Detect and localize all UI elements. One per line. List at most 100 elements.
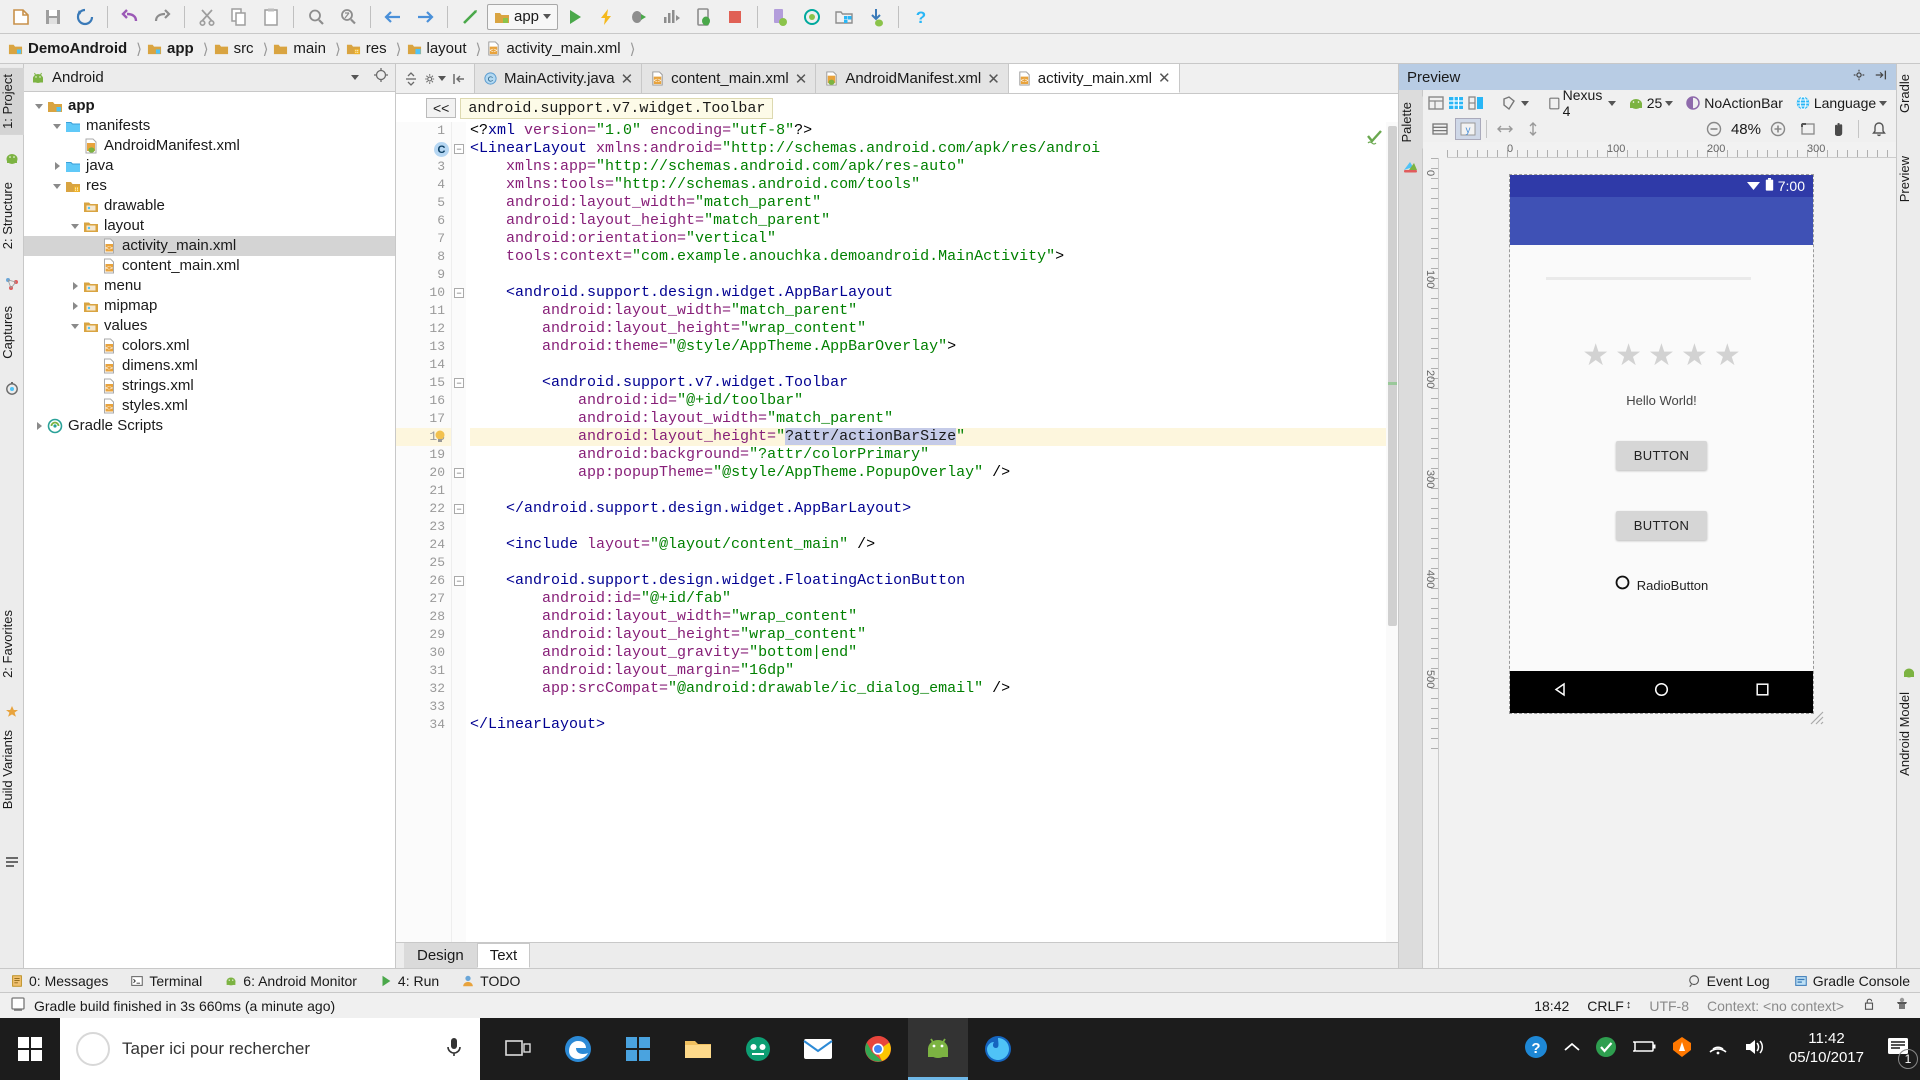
resize-vertical-icon[interactable] <box>1520 118 1546 140</box>
fold-slot[interactable] <box>452 698 466 716</box>
editor-scrollbar[interactable] <box>1386 122 1398 942</box>
hector-inspector-icon[interactable] <box>1894 996 1910 1015</box>
tree-item-java[interactable]: java <box>24 156 395 176</box>
sync-icon[interactable] <box>70 3 100 31</box>
class-marker-icon[interactable]: C <box>434 142 449 157</box>
breadcrumb-item-project[interactable]: DemoAndroid <box>8 40 131 57</box>
palette-tab[interactable]: Palette <box>1399 96 1423 149</box>
code-line[interactable]: <android.support.v7.widget.Toolbar <box>470 374 1398 392</box>
recents-square-icon[interactable] <box>1754 681 1771 703</box>
inspection-ok-icon[interactable] <box>1366 128 1384 151</box>
fold-toggle-icon[interactable]: − <box>454 288 464 298</box>
new-file-icon[interactable] <box>6 3 36 31</box>
fold-slot[interactable] <box>452 410 466 428</box>
fold-toggle-icon[interactable]: − <box>454 504 464 514</box>
zoom-in-icon[interactable] <box>1765 118 1791 140</box>
fold-slot[interactable] <box>452 392 466 410</box>
project-structure-icon[interactable] <box>829 3 859 31</box>
code-content[interactable]: <?xml version="1.0" encoding="utf-8"?> <L… <box>466 122 1398 942</box>
close-icon[interactable]: ✕ <box>1158 69 1171 87</box>
locate-file-icon[interactable] <box>373 67 389 88</box>
tree-expand-arrow[interactable] <box>68 321 82 331</box>
rating-star-icon[interactable]: ★ <box>1714 341 1741 371</box>
expand-collapse-icon[interactable] <box>400 67 422 91</box>
code-line[interactable]: android:layout_margin="16dp" <box>470 662 1398 680</box>
forward-icon[interactable] <box>410 3 440 31</box>
code-line[interactable]: app:popupTheme="@style/AppTheme.PopupOve… <box>470 464 1398 482</box>
rating-bar[interactable]: ★ ★ ★ ★ ★ <box>1510 341 1813 371</box>
find-icon[interactable] <box>301 3 331 31</box>
code-line[interactable]: android:layout_width="match_parent" <box>470 194 1398 212</box>
tool-window-terminal[interactable]: Terminal <box>130 973 202 989</box>
tree-expand-arrow[interactable] <box>32 101 46 111</box>
sidebar-tab-build-variants[interactable]: Build Variants <box>0 724 24 815</box>
volume-icon[interactable] <box>1743 1037 1767 1062</box>
tool-window-todo[interactable]: TODO <box>461 973 520 989</box>
fold-slot[interactable] <box>452 662 466 680</box>
tree-expand-arrow[interactable] <box>50 181 64 191</box>
rating-star-icon[interactable]: ★ <box>1582 341 1609 371</box>
code-line[interactable]: </LinearLayout> <box>470 716 1398 734</box>
language-selector[interactable]: Language <box>1790 92 1892 114</box>
tree-item-dimens-xml[interactable]: <> dimens.xml <box>24 356 395 376</box>
tree-expand-arrow[interactable] <box>32 421 46 431</box>
code-line[interactable] <box>470 266 1398 284</box>
editor-tab-content-main[interactable]: <> content_main.xml ✕ <box>642 64 817 93</box>
paste-icon[interactable] <box>256 3 286 31</box>
tree-item-layout[interactable]: layout <box>24 216 395 236</box>
breadcrumb-item-res[interactable]: res <box>346 40 391 57</box>
code-line[interactable]: <android.support.design.widget.FloatingA… <box>470 572 1398 590</box>
tool-window-event-log[interactable]: Event Log <box>1688 973 1770 989</box>
code-line[interactable]: android:layout_height="?attr/actionBarSi… <box>470 428 1398 446</box>
cut-icon[interactable] <box>192 3 222 31</box>
tree-item-styles-xml[interactable]: <> styles.xml <box>24 396 395 416</box>
tree-item-gradle-scripts[interactable]: Gradle Scripts <box>24 416 395 436</box>
tool-window-messages[interactable]: 0: Messages <box>10 973 108 989</box>
code-line[interactable]: android:id="@+id/toolbar" <box>470 392 1398 410</box>
tree-item-strings-xml[interactable]: <> strings.xml <box>24 376 395 396</box>
breadcrumb-item-layout[interactable]: layout <box>407 40 471 57</box>
fold-slot[interactable] <box>452 482 466 500</box>
fold-slot[interactable] <box>452 716 466 734</box>
avast-icon[interactable] <box>1671 1036 1693 1063</box>
code-line[interactable] <box>470 518 1398 536</box>
fold-slot[interactable] <box>452 608 466 626</box>
tree-item-res[interactable]: res <box>24 176 395 196</box>
tree-expand-arrow[interactable] <box>68 301 82 311</box>
fold-slot[interactable] <box>452 212 466 230</box>
code-line[interactable]: android:layout_height="wrap_content" <box>470 626 1398 644</box>
code-line[interactable]: <?xml version="1.0" encoding="utf-8"?> <box>470 122 1398 140</box>
wifi-signal-icon[interactable] <box>1707 1038 1729 1061</box>
avd-manager-icon[interactable] <box>765 3 795 31</box>
tree-item-mipmap[interactable]: mipmap <box>24 296 395 316</box>
code-folding-column[interactable]: − − − − − − <box>452 122 466 942</box>
back-triangle-icon[interactable] <box>1552 681 1569 703</box>
undo-icon[interactable] <box>115 3 145 31</box>
code-line[interactable]: android:layout_height="wrap_content" <box>470 320 1398 338</box>
debug-icon[interactable] <box>624 3 654 31</box>
list-view-icon[interactable] <box>1427 118 1453 140</box>
code-line[interactable] <box>470 698 1398 716</box>
gear-icon[interactable] <box>424 67 446 91</box>
dropbox-icon[interactable] <box>728 1018 788 1080</box>
preview-hide-icon[interactable] <box>1874 68 1888 86</box>
pan-hand-icon[interactable] <box>1825 118 1851 140</box>
fold-toggle-icon[interactable]: − <box>454 468 464 478</box>
taskbar-clock[interactable]: 11:42 05/10/2017 <box>1781 1030 1872 1068</box>
show-hidden-icons-icon[interactable] <box>1563 1040 1581 1059</box>
back-icon[interactable] <box>378 3 408 31</box>
fold-slot[interactable] <box>452 428 466 446</box>
blueprint-mode-icon[interactable] <box>1447 92 1465 114</box>
fold-slot[interactable] <box>452 590 466 608</box>
tree-item-manifests[interactable]: manifests <box>24 116 395 136</box>
fold-slot[interactable] <box>452 518 466 536</box>
tree-item-activity-main-xml[interactable]: <> activity_main.xml <box>24 236 395 256</box>
encoding-selector[interactable]: UTF-8 <box>1649 998 1689 1014</box>
intention-bulb-icon[interactable] <box>432 429 448 445</box>
preview-settings-icon[interactable] <box>1852 68 1866 86</box>
breadcrumb-item-app[interactable]: app <box>147 40 198 57</box>
search-input[interactable]: Taper ici pour rechercher <box>60 1018 480 1080</box>
close-icon[interactable]: ✕ <box>621 70 634 88</box>
radio-button-icon[interactable] <box>1615 575 1630 595</box>
preview-canvas[interactable]: 0 100 200 300 0 100 200 300 400 500 7:00… <box>1423 142 1896 968</box>
